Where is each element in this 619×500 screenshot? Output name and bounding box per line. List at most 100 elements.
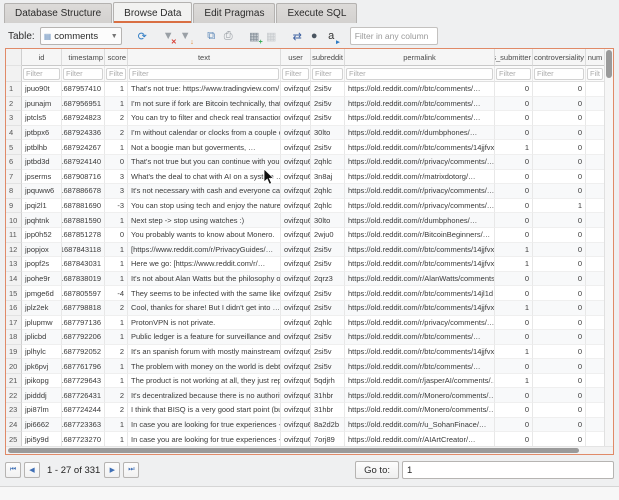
column-filter-input-num[interactable] [587,67,603,80]
column-header-text[interactable]: text [128,49,281,66]
cell-text[interactable]: In case you are looking for true experie… [128,417,281,433]
cell-permalink[interactable]: https://old.reddit.com/r/AlanWatts/comme… [345,271,495,287]
cell-num[interactable] [586,432,604,446]
column-filter-input-controversiality[interactable] [534,67,584,80]
cell-controversiality[interactable]: 0 [533,184,586,199]
goto-button[interactable]: Go to: [355,461,399,479]
cell-id[interactable]: jpunajm [22,96,62,112]
cell-id[interactable]: jpopjox [22,242,62,258]
cell-permalink[interactable]: https://old.reddit.com/r/btc/comments/14… [345,286,495,301]
row-number[interactable]: 23 [6,403,22,418]
cell-text[interactable]: It's not about Alan Watts but the philos… [128,271,281,287]
row-number[interactable]: 5 [6,140,22,155]
cell-timestamp[interactable]: 1687843031 [62,257,105,272]
cell-text[interactable]: I'm without calendar or clocks from a co… [128,125,281,141]
row-number[interactable]: 12 [6,242,22,258]
cell-id[interactable]: jpikopg [22,373,62,389]
cell-id[interactable]: jpquww6 [22,184,62,199]
row-number[interactable]: 18 [6,330,22,345]
cell-is_submitter[interactable]: 1 [495,140,533,155]
cell-is_submitter[interactable]: 0 [495,359,533,374]
cell-num[interactable] [586,213,604,228]
cell-id[interactable]: jpohe9r [22,271,62,287]
cell-id[interactable]: jpi6662 [22,417,62,433]
column-header-is_submitter[interactable]: is_submitter [495,49,533,66]
cell-controversiality[interactable]: 0 [533,82,586,97]
cell-is_submitter[interactable]: 0 [495,82,533,97]
cell-controversiality[interactable]: 0 [533,242,586,258]
cell-is_submitter[interactable]: 0 [495,198,533,214]
cell-timestamp[interactable]: 1687908716 [62,169,105,185]
cell-controversiality[interactable]: 0 [533,373,586,389]
cell-subreddit[interactable]: 2si5v [311,286,345,301]
cell-score[interactable]: 1 [105,140,128,155]
cell-user[interactable]: ovifzqu6 [281,96,311,112]
cell-permalink[interactable]: https://old.reddit.com/r/BitcoinBeginner… [345,227,495,243]
cell-num[interactable] [586,403,604,418]
cell-id[interactable]: jplicbd [22,330,62,345]
row-number[interactable]: 21 [6,373,22,389]
cell-score[interactable]: 2 [105,111,128,126]
cell-controversiality[interactable]: 0 [533,227,586,243]
cell-subreddit[interactable]: 31hbr [311,403,345,418]
cell-controversiality[interactable]: 0 [533,417,586,433]
cell-subreddit[interactable]: 2si5v [311,111,345,126]
cell-timestamp[interactable]: 1687851278 [62,227,105,243]
cell-subreddit[interactable]: 3n8aj [311,169,345,185]
column-filter-input-is_submitter[interactable] [496,67,531,80]
edit-value-icon[interactable]: a ▸ [323,28,340,46]
cell-id[interactable]: jpi5y9d [22,432,62,446]
cell-num[interactable] [586,359,604,374]
column-filter-input-permalink[interactable] [346,67,493,80]
cell-permalink[interactable]: https://old.reddit.com/r/btc/comments/… [345,359,495,374]
cell-controversiality[interactable]: 0 [533,271,586,287]
cell-user[interactable]: ovifzqu6 [281,198,311,214]
cell-id[interactable]: jpi87lm [22,403,62,418]
cell-text[interactable]: Here we go: [https://www.reddit.com/r/… [128,257,281,272]
cell-controversiality[interactable]: 0 [533,359,586,374]
cell-text[interactable]: Next step -> stop using watches :) [128,213,281,228]
cell-user[interactable]: ovifzqu6 [281,227,311,243]
cell-controversiality[interactable]: 0 [533,403,586,418]
cell-timestamp[interactable]: 1687957410 [62,82,105,97]
cell-text[interactable]: That's not true but you can continue wit… [128,154,281,170]
cell-num[interactable] [586,228,604,243]
cell-score[interactable]: 1 [105,432,128,446]
cell-is_submitter[interactable]: 0 [495,388,533,404]
cell-text[interactable]: [https://www.reddit.com/r/PrivacyGuides/… [128,242,281,258]
cell-subreddit[interactable]: 2si5v [311,140,345,155]
cell-timestamp[interactable]: 1687798818 [62,300,105,316]
insert-record-icon[interactable]: ▦ + [246,28,263,46]
cell-controversiality[interactable]: 0 [533,315,586,331]
cell-score[interactable]: -3 [105,198,128,214]
cell-text[interactable]: That's not true: https://www.tradingview… [128,82,281,97]
cell-num[interactable] [586,82,604,97]
tab-database-structure[interactable]: Database Structure [4,3,113,23]
cell-permalink[interactable]: https://old.reddit.com/r/privacy/comment… [345,184,495,199]
column-header-id[interactable]: id [22,49,62,66]
row-number[interactable]: 3 [6,111,22,126]
cell-permalink[interactable]: https://old.reddit.com/r/btc/comments/… [345,111,495,126]
column-header-user[interactable]: user [281,49,311,66]
row-number[interactable]: 9 [6,198,22,214]
cell-text[interactable]: Cool, thanks for share! But I didn't get… [128,300,281,316]
row-number[interactable]: 8 [6,184,22,199]
cell-num[interactable] [586,330,604,345]
cell-is_submitter[interactable]: 1 [495,344,533,360]
cell-user[interactable]: ovifzqu6 [281,432,311,446]
cell-timestamp[interactable]: 1687723270 [62,432,105,446]
find-replace-icon[interactable]: ⇄ [289,28,306,45]
column-header-permalink[interactable]: permalink [345,49,495,66]
table-select[interactable]: ▦ comments ▼ [39,27,122,45]
row-number[interactable]: 14 [6,271,22,287]
cell-score[interactable]: 1 [105,257,128,272]
cell-user[interactable]: ovifzqu6 [281,373,311,389]
row-number[interactable]: 22 [6,388,22,404]
cell-user[interactable]: ovifzqu6 [281,213,311,228]
cell-subreddit[interactable]: 30lto [311,125,345,141]
horizontal-scrollbar[interactable] [6,446,613,454]
cell-num[interactable] [586,97,604,112]
cell-id[interactable]: jptcls5 [22,111,62,126]
cell-timestamp[interactable]: 1687956951 [62,96,105,112]
cell-num[interactable] [586,301,604,316]
